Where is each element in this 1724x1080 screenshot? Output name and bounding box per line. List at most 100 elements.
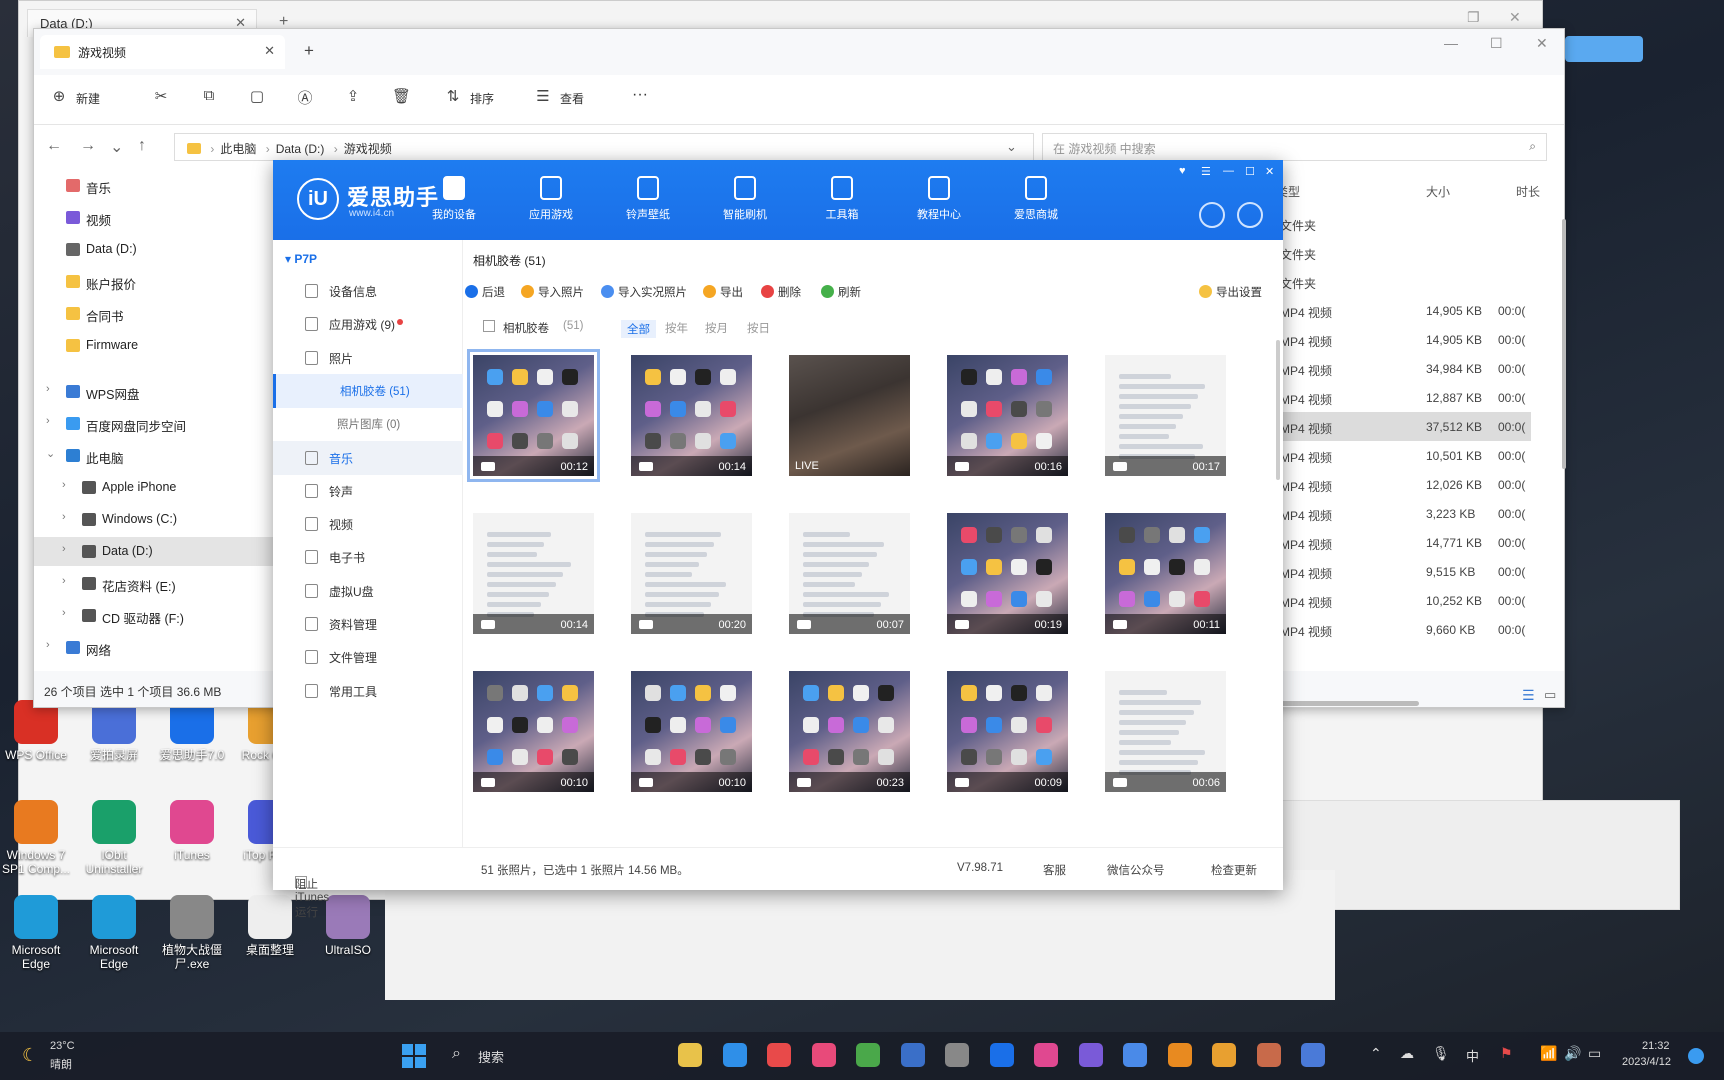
taskbar-app-icon[interactable] xyxy=(989,1043,1014,1067)
action-button[interactable]: 后退 xyxy=(465,284,505,300)
forward-icon[interactable]: → xyxy=(80,137,96,155)
weather-temp[interactable]: 23°C xyxy=(50,1040,75,1052)
menu-icon[interactable]: ☰ xyxy=(1201,165,1211,178)
file-row[interactable]: MP4 视频 9,660 KB 00:0( xyxy=(1276,615,1531,644)
new-tab-icon[interactable]: + xyxy=(304,41,314,61)
sidebar-item[interactable]: › Apple iPhone xyxy=(34,473,274,502)
file-row[interactable]: MP4 视频 14,905 KB 00:0( xyxy=(1276,296,1531,325)
photo-tile[interactable]: 00:23 xyxy=(789,671,910,792)
breadcrumb-this-pc[interactable]: 此电脑 xyxy=(220,142,256,156)
photo-tile[interactable]: 00:14 xyxy=(473,513,594,634)
photo-tile[interactable]: 00:20 xyxy=(631,513,752,634)
filter-tab[interactable]: 按月 xyxy=(705,320,728,336)
chevron-icon[interactable]: › xyxy=(62,607,66,619)
more-button[interactable]: ··· xyxy=(632,86,648,104)
action-button[interactable]: 刷新 xyxy=(821,284,861,300)
photo-tile[interactable]: 00:19 xyxy=(947,513,1068,634)
close-icon[interactable]: ✕ xyxy=(264,43,275,59)
volume-icon[interactable]: 🔊 xyxy=(1564,1045,1581,1062)
minimize-icon[interactable]: — xyxy=(1223,165,1234,177)
photo-tile[interactable]: 00:11 xyxy=(1105,513,1226,634)
desktop-icon[interactable]: Microsoft Edge xyxy=(78,895,150,971)
chevron-icon[interactable]: › xyxy=(46,383,50,395)
onedrive-icon[interactable]: ☁ xyxy=(1400,1045,1414,1062)
delete-icon[interactable]: 🗑 xyxy=(392,87,411,105)
cut-icon[interactable]: ✂ xyxy=(152,87,170,105)
taskbar-app-icon[interactable] xyxy=(856,1043,880,1067)
sidebar-item[interactable]: Firmware xyxy=(34,331,274,360)
sidebar-item[interactable]: › 百度网盘同步空间 xyxy=(34,409,274,438)
file-row[interactable]: MP4 视频 14,905 KB 00:0( xyxy=(1276,325,1531,354)
action-button[interactable]: 导入实况照片 xyxy=(601,284,687,300)
breadcrumb-data-d[interactable]: Data (D:) xyxy=(276,142,325,156)
dropdown-icon[interactable]: ⌄ xyxy=(1006,139,1017,155)
taskbar-app-icon[interactable] xyxy=(1123,1043,1147,1067)
weather-desc[interactable]: 晴朗 xyxy=(50,1056,72,1072)
i4-sidebar-item[interactable]: 应用游戏 (9) xyxy=(273,307,463,341)
taskbar-app-icon[interactable] xyxy=(767,1043,791,1067)
photo-tile[interactable]: 00:16 xyxy=(947,355,1068,476)
app-tray-icon[interactable]: ⚑ xyxy=(1500,1045,1513,1062)
taskbar-app-icon[interactable] xyxy=(811,1043,836,1067)
file-row[interactable]: MP4 视频 14,771 KB 00:0( xyxy=(1276,528,1531,557)
action-button[interactable]: 删除 xyxy=(761,284,801,300)
taskbar-app-icon[interactable] xyxy=(678,1043,702,1067)
file-row[interactable]: MP4 视频 3,223 KB 00:0( xyxy=(1276,499,1531,528)
chevron-icon[interactable]: › xyxy=(62,511,66,523)
photo-tile[interactable]: 00:06 xyxy=(1105,671,1226,792)
photo-tile[interactable]: LIVE xyxy=(789,355,910,476)
ime-indicator[interactable]: 中 xyxy=(1466,1046,1479,1065)
sidebar-item[interactable]: › Data (D:) xyxy=(34,537,274,566)
vertical-scrollbar[interactable] xyxy=(1562,219,1566,469)
search-icon[interactable]: ⌕ xyxy=(452,1045,461,1063)
filter-tab[interactable]: 按年 xyxy=(665,320,688,336)
i4-sidebar-item[interactable]: 常用工具 xyxy=(273,674,463,708)
nav-tab[interactable]: 铃声壁纸 xyxy=(613,176,683,222)
sidebar-item[interactable]: 视频 xyxy=(34,203,274,232)
chevron-icon[interactable]: › xyxy=(62,479,66,491)
wifi-icon[interactable]: 📶 xyxy=(1540,1045,1557,1062)
sidebar-item[interactable]: › Windows (C:) xyxy=(34,505,274,534)
sort-button[interactable]: 排序 xyxy=(470,90,494,107)
i4-sidebar-item[interactable]: 视频 xyxy=(273,507,463,541)
taskbar-app-icon[interactable] xyxy=(1212,1043,1236,1067)
file-row[interactable]: MP4 视频 12,026 KB 00:0( xyxy=(1276,470,1531,499)
chevron-icon[interactable]: › xyxy=(46,639,50,651)
desktop-icon[interactable]: Microsoft Edge xyxy=(0,895,72,971)
photo-tile[interactable]: 00:07 xyxy=(789,513,910,634)
nav-tab[interactable]: 爱思商城 xyxy=(1001,176,1071,222)
view-icon[interactable]: ☰ xyxy=(534,87,552,105)
grid-scrollbar[interactable] xyxy=(1276,340,1280,480)
explorer-tab[interactable]: 游戏视频 ✕ xyxy=(40,35,285,69)
search-input[interactable]: 在 游戏视频 中搜索 ⌕ xyxy=(1042,133,1547,161)
i4-sidebar-item[interactable]: 文件管理 xyxy=(273,640,463,674)
nav-tab[interactable]: 工具箱 xyxy=(807,176,877,222)
sort-icon[interactable]: ⇅ xyxy=(444,87,462,105)
action-button[interactable]: 导出 xyxy=(703,284,743,300)
notification-icon[interactable] xyxy=(1688,1048,1704,1064)
i4-sidebar-item[interactable]: 照片 xyxy=(273,341,463,375)
maximize-icon[interactable]: ☐ xyxy=(1245,165,1255,178)
sidebar-item[interactable]: ⌄ 此电脑 xyxy=(34,441,274,470)
recent-icon[interactable]: ⌄ xyxy=(110,137,123,157)
photo-tile[interactable]: 00:12 xyxy=(467,349,600,482)
file-row[interactable]: 文件夹 xyxy=(1276,267,1531,296)
desktop-icon[interactable]: iTunes xyxy=(156,800,228,862)
chevron-icon[interactable]: › xyxy=(46,415,50,427)
search-icon[interactable]: ⌕ xyxy=(1529,139,1536,154)
sidebar-item[interactable]: 音乐 xyxy=(34,171,274,200)
paste-icon[interactable]: ▢ xyxy=(248,87,266,105)
sidebar-item[interactable]: 合同书 xyxy=(34,299,274,328)
tiles-view-icon[interactable]: ▭ xyxy=(1544,687,1556,703)
i4-sidebar-item[interactable]: 相机胶卷 (51) xyxy=(273,373,463,408)
photo-tile[interactable]: 00:14 xyxy=(631,355,752,476)
download-icon[interactable] xyxy=(1199,202,1225,228)
nav-tab[interactable]: 教程中心 xyxy=(904,176,974,222)
file-row[interactable]: MP4 视频 37,512 KB 00:0( xyxy=(1276,412,1531,441)
filter-tab[interactable]: 全部 xyxy=(621,320,656,338)
skin-icon[interactable]: ♥ xyxy=(1179,165,1186,177)
new-icon[interactable]: ⊕ xyxy=(50,87,68,105)
photo-tile[interactable]: 00:10 xyxy=(473,671,594,792)
file-row[interactable]: 文件夹 xyxy=(1276,209,1531,238)
maximize-icon[interactable]: ☐ xyxy=(1490,35,1503,52)
